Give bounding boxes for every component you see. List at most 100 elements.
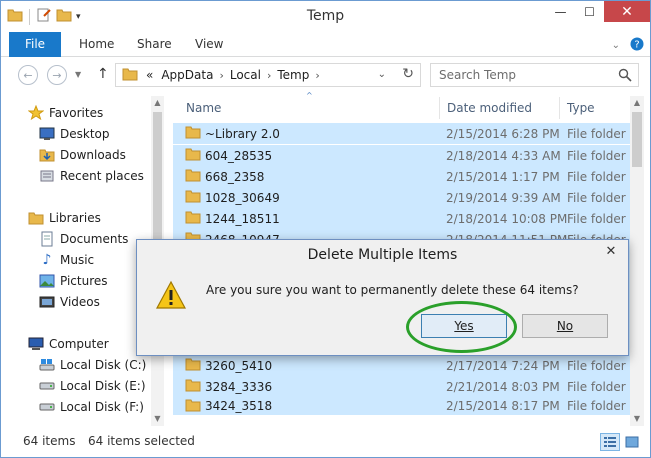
explorer-window: ▾ Temp — ☐ ✕ File Home Share View ⌄ ? ← … [0,0,651,458]
system-drive-icon [39,357,55,373]
computer-icon [28,336,44,352]
address-dropdown-icon[interactable]: ⌄ [378,69,386,80]
nav-local-disk-f[interactable]: Local Disk (F:) [39,397,144,417]
no-label: No [556,319,574,333]
ribbon-tabs: File Home Share View ⌄ ? [1,32,650,57]
search-input[interactable]: Search Temp [430,63,639,87]
table-row[interactable]: 1028_30649 2/19/2014 9:39 AM File folder [173,187,633,208]
chevron-right-icon[interactable]: › [267,69,271,82]
window-controls: — ☐ ✕ [546,1,650,22]
yes-button[interactable]: Yes [421,314,507,338]
sort-ascending-icon: ^ [306,91,313,100]
nav-pictures[interactable]: Pictures [39,271,108,291]
column-header-type[interactable]: Type [567,97,595,119]
nav-downloads[interactable]: Downloads [39,145,126,165]
table-row[interactable]: 3284_3336 2/21/2014 8:03 PM File folder [173,376,633,397]
scroll-up-icon[interactable]: ▲ [630,96,644,110]
expand-ribbon-icon[interactable]: ⌄ [612,40,620,51]
title-bar: ▾ Temp — ☐ ✕ [1,1,650,32]
nav-local-disk-c[interactable]: Local Disk (C:) [39,355,146,375]
tab-file[interactable]: File [9,32,61,57]
breadcrumb-overflow[interactable]: « [146,68,153,82]
refresh-icon[interactable]: ↻ [402,66,414,82]
dialog-title: Delete Multiple Items [137,240,628,270]
chevron-right-icon[interactable]: › [315,69,319,82]
nav-favorites[interactable]: Favorites [28,103,103,123]
selected-count: 64 items selected [88,434,195,448]
view-switcher [600,433,642,451]
table-row[interactable]: 3260_5410 2/17/2014 7:24 PM File folder [173,355,633,376]
svg-text:?: ? [634,40,639,51]
forward-button[interactable]: → [47,65,67,85]
search-placeholder: Search Temp [439,68,517,82]
downloads-folder-icon [39,147,55,163]
breadcrumb-local[interactable]: Local [230,68,261,82]
status-bar: 64 items 64 items selected [1,429,650,457]
dialog-message: Are you sure you want to permanently del… [206,283,579,297]
drive-icon [39,378,55,394]
help-icon[interactable]: ? [630,37,644,54]
back-button[interactable]: ← [18,65,38,85]
folder-icon [185,189,201,206]
pictures-icon [39,273,55,289]
search-icon[interactable] [618,68,632,85]
folder-icon [185,147,201,164]
chevron-right-icon[interactable]: › [219,69,223,82]
nav-libraries[interactable]: Libraries [28,208,101,228]
folder-icon [185,398,201,415]
documents-icon [39,231,55,247]
large-icons-view-icon[interactable] [622,433,642,451]
yes-label: Yes [454,319,474,333]
libraries-icon [28,210,44,226]
address-row: ← → ▼ ↑ « AppData › Local › Temp › ⌄ ↻ S… [1,58,650,90]
folder-icon [122,67,138,84]
nav-local-disk-e[interactable]: Local Disk (E:) [39,376,146,396]
column-header-date[interactable]: Date modified [447,97,532,119]
no-button[interactable]: No [522,314,608,338]
music-icon: ♪ [42,252,52,268]
tab-share[interactable]: Share [125,32,184,57]
drive-icon [39,399,55,415]
delete-confirmation-dialog: Delete Multiple Items ✕ Are you sure you… [136,239,629,356]
folder-icon [185,357,201,374]
column-header-name[interactable]: Name [186,97,221,119]
scroll-down-icon[interactable]: ▼ [630,412,644,426]
dialog-close-button[interactable]: ✕ [595,241,627,261]
details-view-icon[interactable] [600,433,620,451]
up-button[interactable]: ↑ [97,66,109,82]
address-bar[interactable]: « AppData › Local › Temp › ⌄ ↻ [115,63,421,87]
folder-icon [185,378,201,395]
table-row[interactable]: 1244_18511 2/18/2014 10:08 PM File folde… [173,208,633,229]
table-row[interactable]: ~Library 2.0 2/15/2014 6:28 PM File fold… [173,123,633,144]
folder-icon [185,168,201,185]
star-icon [28,105,44,121]
nav-music[interactable]: ♪ Music [39,250,95,270]
breadcrumb-temp[interactable]: Temp [277,68,309,82]
tab-home[interactable]: Home [67,32,126,57]
item-count: 64 items [23,434,76,448]
recent-locations-icon[interactable]: ▼ [75,70,81,79]
desktop-icon [39,126,55,142]
nav-recent-places[interactable]: Recent places [39,166,144,186]
file-list-scrollbar[interactable]: ▲ ▼ [630,96,644,426]
tab-view[interactable]: View [183,32,235,57]
table-row[interactable]: 604_28535 2/18/2014 4:33 AM File folder [173,145,633,166]
folder-icon [185,210,201,227]
maximize-button[interactable]: ☐ [575,1,604,22]
nav-computer[interactable]: Computer [28,334,109,354]
minimize-button[interactable]: — [546,1,575,22]
nav-videos[interactable]: Videos [39,292,100,312]
close-button[interactable]: ✕ [604,1,650,22]
breadcrumb-appdata[interactable]: AppData [161,68,213,82]
folder-icon [185,125,201,142]
nav-desktop[interactable]: Desktop [39,124,110,144]
table-row[interactable]: 668_2358 2/15/2014 1:17 PM File folder [173,166,633,187]
nav-documents[interactable]: Documents [39,229,128,249]
scroll-down-icon[interactable]: ▼ [151,412,164,426]
recent-places-icon [39,168,55,184]
scrollbar-thumb[interactable] [632,112,642,167]
scroll-up-icon[interactable]: ▲ [151,96,164,110]
warning-icon [155,280,187,313]
table-row[interactable]: 3424_3518 2/15/2014 8:17 PM File folder [173,397,633,415]
videos-icon [39,294,55,310]
